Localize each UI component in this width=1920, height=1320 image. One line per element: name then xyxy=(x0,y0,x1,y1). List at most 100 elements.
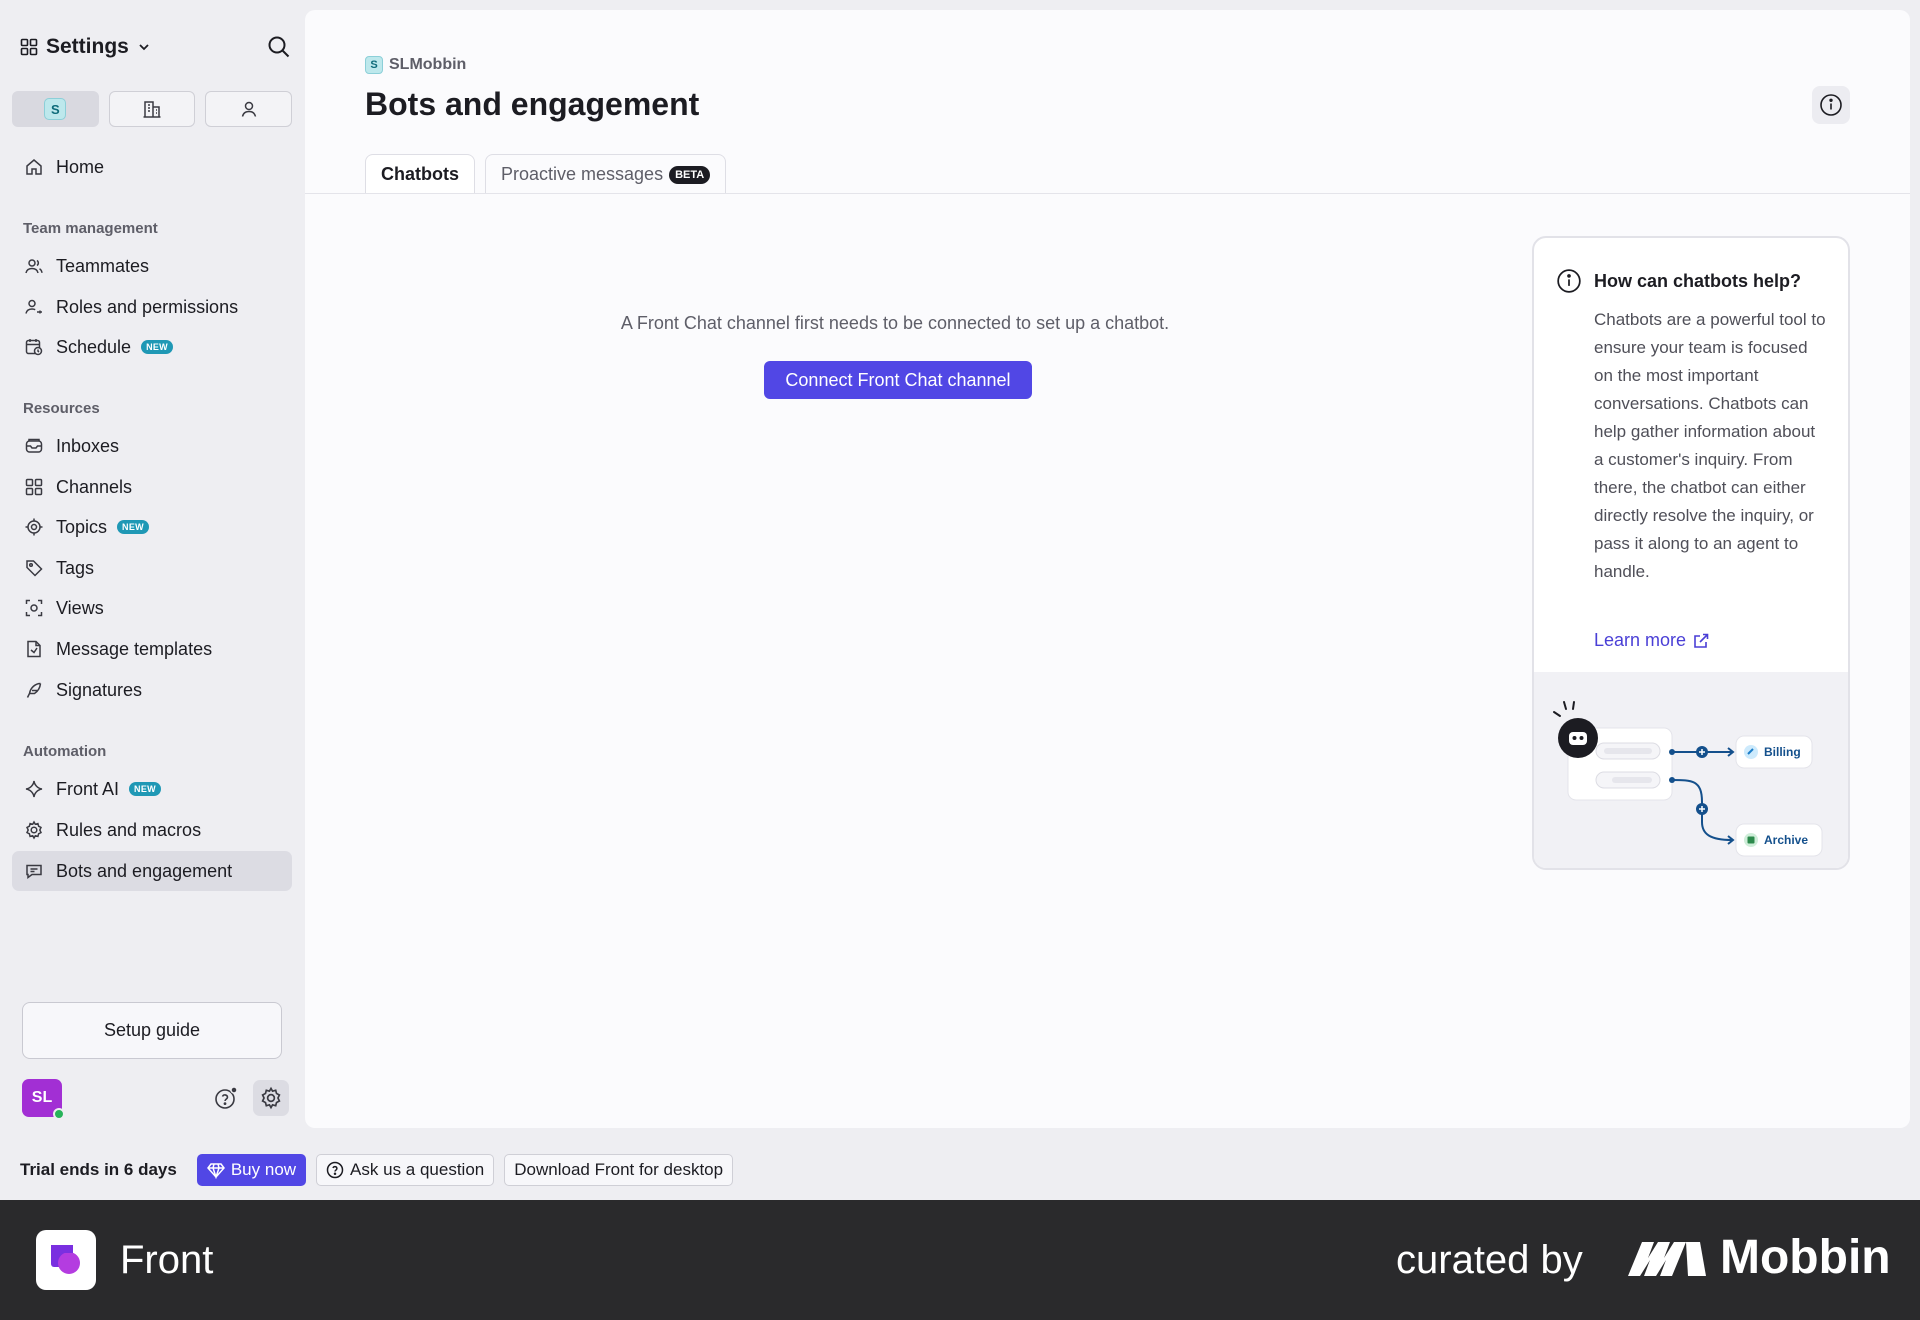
help-circle-icon xyxy=(326,1161,344,1179)
info-button[interactable] xyxy=(1812,86,1850,124)
ask-question-label: Ask us a question xyxy=(350,1160,485,1179)
sidebar-header: Settings xyxy=(20,32,292,62)
user-key-icon xyxy=(25,299,42,314)
users-icon xyxy=(25,259,43,274)
scope-switcher: S xyxy=(12,91,293,127)
sidebar-item-label: Home xyxy=(56,156,105,177)
footer-banner: Front curated by Mobbin xyxy=(0,1200,1920,1320)
workspace-chip: S xyxy=(44,98,67,120)
sidebar-item-label: Channels xyxy=(56,476,133,497)
sidebar-item-label: Tags xyxy=(56,557,95,578)
tab-chatbots[interactable]: Chatbots xyxy=(365,154,475,194)
sidebar-item-label: Front AI xyxy=(56,778,120,799)
learn-more-link[interactable]: Learn more xyxy=(1594,630,1710,651)
help-button[interactable] xyxy=(208,1080,244,1116)
chatbot-flow-diagram: Billing Archive xyxy=(1553,701,1823,857)
tab-label: Proactive messages xyxy=(501,164,664,184)
inbox-icon xyxy=(25,438,43,453)
sidebar-item-bots-engagement[interactable]: Bots and engagement xyxy=(12,851,292,891)
help-card-title: How can chatbots help? xyxy=(1594,270,1802,291)
new-badge: NEW xyxy=(129,782,161,796)
connect-front-chat-button[interactable]: Connect Front Chat channel xyxy=(764,361,1032,399)
sidebar-item-rules-macros[interactable]: Rules and macros xyxy=(12,810,292,850)
gear-icon xyxy=(26,820,42,840)
avatar-initials: SL xyxy=(31,1089,53,1106)
front-logo-icon xyxy=(51,1245,80,1274)
tab-proactive-messages[interactable]: Proactive messages BETA xyxy=(485,154,727,194)
avatar[interactable]: SL xyxy=(22,1079,65,1120)
grid-icon xyxy=(25,478,43,496)
sidebar-item-label: Signatures xyxy=(56,679,143,700)
main-panel: S SLMobbin Bots and engagement Chatbots … xyxy=(305,10,1910,1128)
chatbot-illustration: Billing Archive xyxy=(1534,672,1848,868)
external-link-icon xyxy=(1694,633,1709,648)
scope-workspace-button[interactable]: S xyxy=(12,91,99,127)
breadcrumb-workspace: SLMobbin xyxy=(389,56,467,73)
chat-icon xyxy=(26,864,42,879)
mobbin-wordmark: Mobbin xyxy=(1720,1231,1891,1284)
settings-button[interactable] xyxy=(253,1080,289,1116)
settings-title: Settings xyxy=(46,35,129,58)
user-icon xyxy=(241,101,256,117)
gear-icon xyxy=(261,1086,281,1110)
illus-billing-label: Billing xyxy=(1764,745,1801,759)
section-automation: Automation xyxy=(23,743,107,760)
sidebar-item-label: Message templates xyxy=(56,638,213,659)
sidebar-item-tags[interactable]: Tags xyxy=(12,548,292,588)
sidebar-item-label: Rules and macros xyxy=(56,819,202,840)
sidebar-item-message-templates[interactable]: Message templates xyxy=(12,629,292,669)
sidebar: Settings S Home Team management Teammate… xyxy=(0,0,305,1130)
tag-icon xyxy=(26,560,43,577)
building-icon xyxy=(143,101,161,118)
download-desktop-button[interactable]: Download Front for desktop xyxy=(504,1154,734,1186)
sidebar-item-home[interactable]: Home xyxy=(12,147,292,187)
sidebar-item-label: Teammates xyxy=(56,255,150,276)
sidebar-item-label: Bots and engagement xyxy=(56,860,233,881)
breadcrumb[interactable]: S SLMobbin xyxy=(365,56,466,74)
illus-archive-label: Archive xyxy=(1764,833,1808,847)
tab-divider xyxy=(305,193,1910,194)
sidebar-item-label: Roles and permissions xyxy=(56,296,239,317)
sidebar-item-label: Schedule xyxy=(56,336,132,357)
home-icon xyxy=(26,159,42,175)
trial-bar: Trial ends in 6 days Buy now Ask us a qu… xyxy=(20,1153,734,1187)
new-badge: NEW xyxy=(141,340,173,354)
focus-view-icon xyxy=(25,599,43,617)
beta-badge: BETA xyxy=(669,165,711,184)
search-icon[interactable] xyxy=(266,34,292,60)
trial-countdown: Trial ends in 6 days xyxy=(20,1160,177,1179)
apps-grid-icon xyxy=(20,38,38,56)
sidebar-item-label: Views xyxy=(56,597,104,618)
help-circle-icon xyxy=(215,1086,238,1109)
sidebar-item-topics[interactable]: Topics NEW xyxy=(12,507,292,547)
scope-personal-button[interactable] xyxy=(205,91,293,127)
help-card-header: How can chatbots help? xyxy=(1556,268,1801,294)
sidebar-item-teammates[interactable]: Teammates xyxy=(12,246,292,286)
sidebar-item-views[interactable]: Views xyxy=(12,588,292,628)
curated-by-label: curated by xyxy=(1396,1238,1583,1282)
sparkle-icon xyxy=(25,780,43,798)
help-card: How can chatbots help? Chatbots are a po… xyxy=(1532,236,1850,870)
front-logo xyxy=(36,1230,96,1290)
setup-guide-button[interactable]: Setup guide xyxy=(22,1002,282,1059)
sidebar-item-front-ai[interactable]: Front AI NEW xyxy=(12,769,292,809)
sidebar-item-label: Topics xyxy=(56,516,108,537)
scope-company-button[interactable] xyxy=(108,91,196,127)
sidebar-item-channels[interactable]: Channels xyxy=(12,467,292,507)
settings-menu-button[interactable]: Settings xyxy=(20,35,151,59)
sidebar-item-inboxes[interactable]: Inboxes xyxy=(12,426,292,466)
mobbin-logo: Mobbin xyxy=(1626,1230,1891,1285)
ask-question-button[interactable]: Ask us a question xyxy=(316,1154,495,1186)
feather-pen-icon xyxy=(26,682,42,698)
sidebar-item-schedule[interactable]: Schedule NEW xyxy=(12,327,292,367)
sidebar-item-signatures[interactable]: Signatures xyxy=(12,670,292,710)
help-card-body: Chatbots are a powerful tool to ensure y… xyxy=(1594,310,1826,581)
buy-now-button[interactable]: Buy now xyxy=(196,1154,307,1186)
section-resources: Resources xyxy=(23,400,100,417)
mobbin-mark-icon xyxy=(1628,1241,1706,1276)
app-name: Front xyxy=(120,1238,214,1282)
tab-label: Chatbots xyxy=(381,164,459,184)
online-status-dot xyxy=(53,1108,65,1120)
sidebar-item-roles[interactable]: Roles and permissions xyxy=(12,287,292,327)
target-icon xyxy=(25,518,43,536)
